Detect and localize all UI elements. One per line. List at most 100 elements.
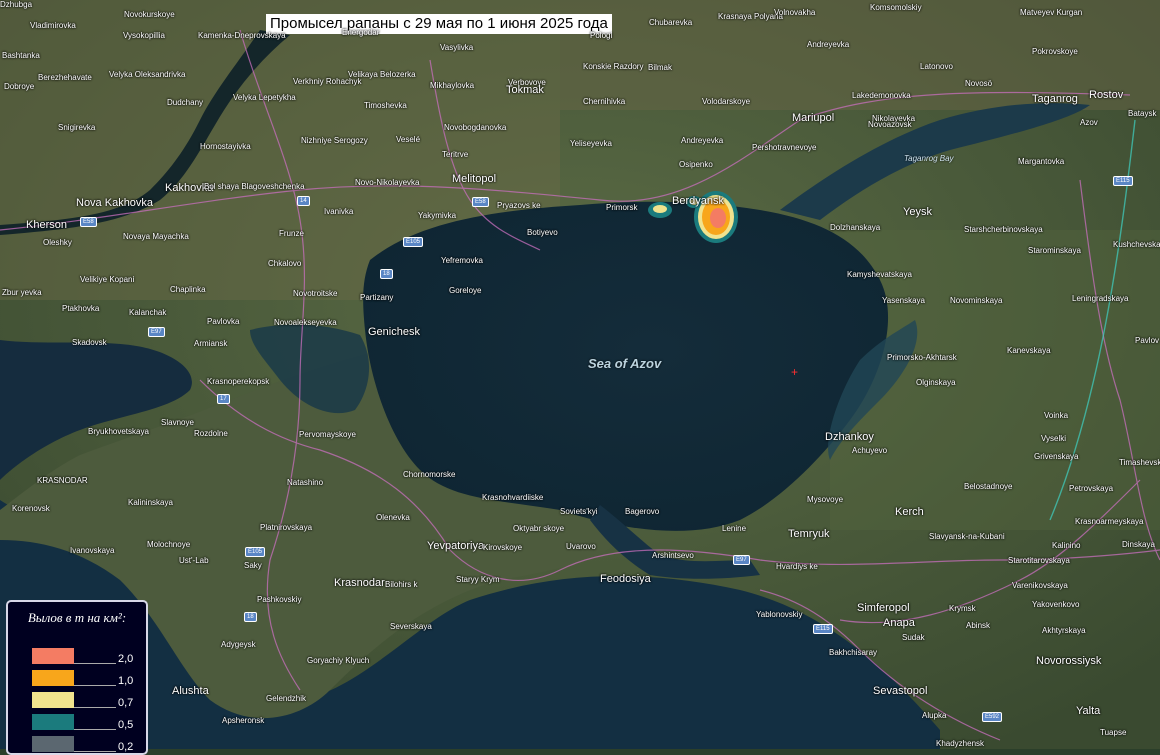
road-shield: E58	[80, 217, 97, 227]
place-label: Pryazovs ke	[497, 201, 541, 210]
place-label: Vysokopillia	[123, 31, 165, 40]
place-label: Kalininskaya	[128, 498, 173, 507]
legend-row: 0,2	[32, 736, 142, 753]
place-label: Mikhaylovka	[430, 81, 475, 90]
place-label: Kirovskoye	[483, 543, 523, 552]
place-label: Yalta	[1076, 705, 1101, 717]
place-label: Tuapse	[1100, 728, 1127, 737]
place-label: Simferopol	[857, 602, 910, 614]
place-label: Chornomorske	[403, 470, 456, 479]
place-label: Molochnoye	[147, 540, 191, 549]
road-shield: E97	[733, 555, 750, 565]
place-label: Hvardiys ke	[776, 562, 818, 571]
place-label: Alushta	[172, 685, 209, 697]
road-shield: 17	[217, 394, 230, 404]
place-label: Timoshevka	[364, 101, 407, 110]
place-label: Bakhchisaray	[829, 648, 878, 657]
place-label: Chkalovo	[268, 259, 302, 268]
place-label: Yablonovskiy	[756, 610, 803, 619]
place-label: Goryachiy Klyuch	[307, 656, 370, 665]
place-label: Novo-Nikolayevka	[355, 178, 420, 187]
place-label: Kamyshevatskaya	[847, 270, 912, 279]
place-label: Tokmak	[506, 84, 544, 96]
place-label: Andreyevka	[681, 136, 724, 145]
road-shield: E115	[1113, 176, 1133, 186]
place-label: Volodarskoye	[702, 97, 751, 106]
place-label: Primorsko-Akhtarsk	[887, 353, 957, 362]
place-label: Bryukhovetskaya	[88, 427, 149, 436]
place-label: Krasnodar	[334, 577, 385, 589]
place-label: Frunze	[279, 229, 304, 238]
legend: Вылов в т на км²: 2,0 1,0 0,7 0,5 0,2	[6, 600, 148, 755]
place-label: Vasylivka	[440, 43, 474, 52]
legend-row: 1,0	[32, 670, 142, 687]
place-label: Yasenskaya	[882, 296, 925, 305]
road-shield: E58	[472, 197, 489, 207]
place-label: Skadovsk	[72, 338, 107, 347]
place-label: Volnovakha	[774, 8, 816, 17]
road-shield: 18	[380, 269, 393, 279]
place-label: Dzhankoy	[825, 431, 874, 443]
place-label: Sevastopol	[873, 685, 928, 697]
legend-swatch	[32, 648, 74, 664]
road-shield: E115	[813, 624, 833, 634]
place-label: Velikaya Belozerka	[348, 70, 416, 79]
place-label: Bataysk	[1128, 109, 1157, 118]
place-label: Dolzhanskaya	[830, 223, 881, 232]
place-label: Novosö	[965, 79, 993, 88]
place-label: Margantovka	[1018, 157, 1065, 166]
place-label: Leningradskaya	[1072, 294, 1129, 303]
place-label: Goreloye	[449, 286, 482, 295]
place-label: Slavnoye	[161, 418, 194, 427]
legend-value: 0,7	[118, 697, 134, 709]
place-label: Ivanivka	[324, 207, 354, 216]
place-label: Zbur yevka	[2, 288, 42, 297]
legend-swatch	[32, 736, 74, 752]
place-label: Krasnoarmeyskaya	[1075, 517, 1144, 526]
place-label: Yakovenkovo	[1032, 600, 1080, 609]
place-label: Lenine	[722, 524, 747, 533]
place-label: Veselé	[396, 135, 421, 144]
place-label: Platnirovskaya	[260, 523, 313, 532]
place-label: Chubarevka	[649, 18, 693, 27]
place-label: Dinskaya	[1122, 540, 1155, 549]
place-label: Sudak	[902, 633, 925, 642]
legend-swatch	[32, 670, 74, 686]
place-label: Natashino	[287, 478, 324, 487]
place-label: Varenikovskaya	[1012, 581, 1068, 590]
place-label: Grivenskaya	[1034, 452, 1079, 461]
legend-value: 0,2	[118, 741, 134, 753]
place-label: KRASNODAR	[37, 476, 88, 485]
place-label: Starshcherbinovskaya	[964, 225, 1043, 234]
place-label: Pavlovka	[207, 317, 240, 326]
place-label: Pavlov	[1135, 336, 1160, 345]
place-label: Dudchany	[167, 98, 204, 107]
place-label: Novorossiysk	[1036, 655, 1102, 667]
legend-row: 0,5	[32, 714, 142, 731]
place-label: Osipenko	[679, 160, 713, 169]
place-label: Apsheronsk	[222, 716, 265, 725]
bay-label: Taganrog Bay	[904, 154, 954, 163]
place-label: Novobogdanovka	[444, 123, 507, 132]
place-label: Ivanovskaya	[70, 546, 115, 555]
place-label: Voinka	[1044, 411, 1069, 420]
legend-value: 2,0	[118, 653, 134, 665]
place-label: Melitopol	[452, 173, 497, 185]
place-label: Berezhehavate	[38, 73, 92, 82]
place-label: Starotitarovskaya	[1008, 556, 1070, 565]
place-label: Severskaya	[390, 622, 432, 631]
place-label: Novoazovsk	[868, 120, 912, 129]
place-label: Azov	[1080, 118, 1098, 127]
place-label: Saky	[244, 561, 262, 570]
place-label: Snigirevka	[58, 123, 96, 132]
road-shield: E105	[403, 237, 424, 247]
place-label: Starominskaya	[1028, 246, 1081, 255]
place-label: Dzhubga	[0, 0, 33, 9]
place-label: Kamenka-Dneprovskaya	[198, 31, 286, 40]
place-label: Olenevka	[376, 513, 410, 522]
place-label: Mysovoye	[807, 495, 844, 504]
road-shield: E105	[245, 547, 266, 557]
place-label: Bilohirs k	[385, 580, 418, 589]
place-label: Chaplinka	[170, 285, 206, 294]
satellite-map[interactable]	[0, 0, 1160, 749]
